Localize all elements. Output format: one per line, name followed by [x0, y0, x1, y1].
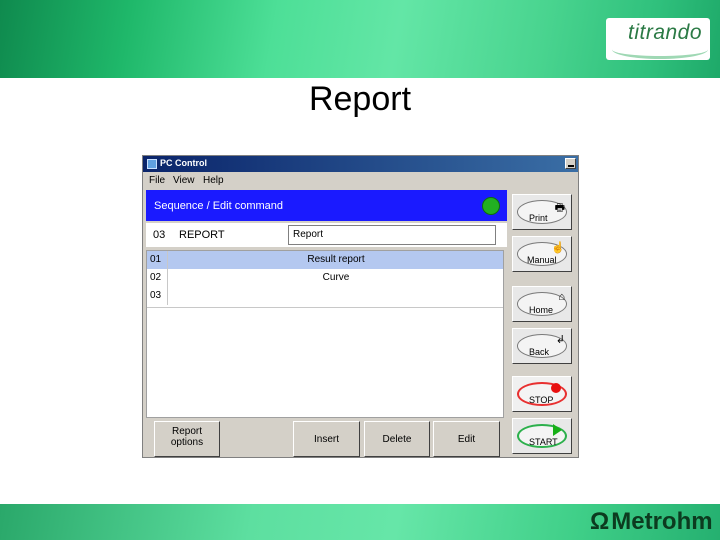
edit-label: Edit: [457, 434, 476, 445]
menu-view[interactable]: View: [173, 175, 195, 186]
start-play-icon: [553, 424, 562, 436]
command-name: REPORT: [179, 229, 225, 241]
app-icon: [147, 159, 157, 169]
list-item-number: 02: [147, 269, 168, 287]
list-item-text: Curve: [322, 272, 350, 283]
manual-button[interactable]: ☝ Manual: [512, 236, 572, 272]
printer-icon: 🖶: [554, 202, 565, 214]
stop-button[interactable]: STOP: [512, 376, 572, 412]
menu-bar: File View Help: [143, 173, 578, 188]
hand-icon: ☝: [551, 242, 565, 254]
start-button[interactable]: START: [512, 418, 572, 454]
logo-text: titrando: [628, 21, 703, 44]
home-button[interactable]: ⌂ Home: [512, 286, 572, 322]
list-divider: [147, 307, 503, 308]
manual-label: Manual: [527, 255, 557, 265]
menu-file[interactable]: File: [149, 175, 165, 186]
slide-title: Report: [308, 80, 412, 118]
home-label: Home: [529, 305, 554, 315]
list-item[interactable]: 02 Curve: [147, 269, 503, 287]
command-row: 03 REPORT Report: [146, 223, 507, 247]
list-item-number: 01: [147, 251, 168, 269]
start-label: START: [529, 437, 558, 447]
delete-button[interactable]: Delete: [364, 421, 430, 457]
stop-icon: [551, 383, 561, 393]
report-options-label-2: options: [170, 437, 204, 448]
sequence-header: Sequence / Edit command: [146, 190, 507, 221]
back-button[interactable]: ↲ Back: [512, 328, 572, 364]
report-options-button[interactable]: Report options: [154, 421, 220, 457]
pc-control-window: PC Control File View Help Sequence / Edi…: [142, 155, 579, 458]
command-field-value: Report: [293, 229, 324, 240]
metrohm-text: Metrohm: [611, 508, 713, 535]
list-item[interactable]: 01 Result report: [147, 251, 503, 269]
command-number: 03: [153, 229, 166, 241]
back-arrow-icon: ↲: [555, 334, 565, 346]
delete-label: Delete: [382, 434, 412, 445]
list-item-number: 03: [147, 287, 168, 305]
metrohm-logo: ΩMetrohm: [590, 508, 713, 536]
print-button[interactable]: 🖶 Print: [512, 194, 572, 230]
status-indicator-icon: [482, 197, 500, 215]
home-icon: ⌂: [558, 291, 565, 303]
window-titlebar: PC Control: [143, 156, 578, 172]
minimize-icon: [568, 165, 574, 167]
stop-label: STOP: [529, 395, 554, 405]
report-list: 01 Result report 02 Curve 03: [146, 250, 504, 418]
omega-icon: Ω: [590, 508, 610, 535]
list-item-text: Result report: [307, 254, 365, 265]
minimize-button[interactable]: [565, 158, 576, 169]
print-label: Print: [529, 213, 548, 223]
sequence-header-text: Sequence / Edit command: [154, 200, 284, 212]
titrando-logo: titrando: [606, 18, 710, 60]
window-title: PC Control: [160, 158, 207, 168]
insert-label: Insert: [313, 434, 339, 445]
menu-help[interactable]: Help: [203, 175, 224, 186]
list-item[interactable]: 03: [147, 287, 503, 305]
report-options-label-1: Report: [171, 426, 202, 437]
back-label: Back: [529, 347, 550, 357]
command-name-field[interactable]: Report: [288, 225, 496, 245]
edit-button[interactable]: Edit: [433, 421, 500, 457]
insert-button[interactable]: Insert: [293, 421, 360, 457]
